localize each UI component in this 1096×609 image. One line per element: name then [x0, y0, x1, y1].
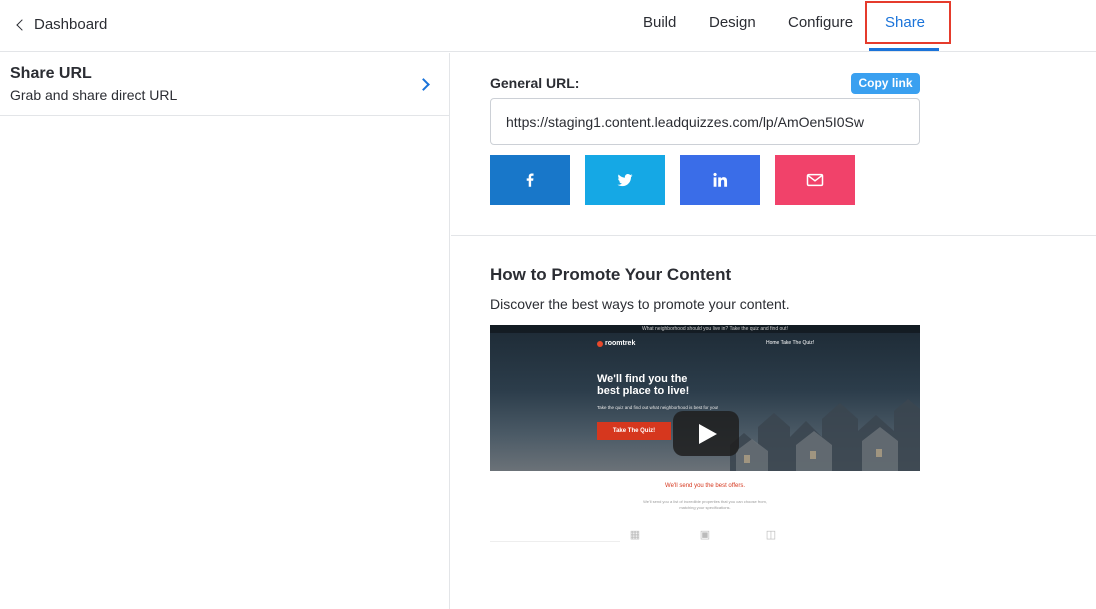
promote-title: How to Promote Your Content	[490, 265, 732, 284]
share-twitter-button[interactable]	[585, 155, 665, 205]
general-url-label: General URL:	[490, 75, 580, 91]
video-offer-subtitle: We'll send you a list of incredible prop…	[490, 499, 920, 511]
video-subline: Take the quiz and find out what neighbor…	[597, 405, 719, 410]
play-icon	[699, 423, 717, 444]
tab-share[interactable]: Share	[885, 14, 925, 31]
sidebar-item-subtitle: Grab and share direct URL	[10, 87, 178, 103]
video-headline-line-1: We'll find you the	[597, 373, 688, 385]
sidebar: Share URL Grab and share direct URL	[0, 53, 450, 609]
back-label: Dashboard	[34, 15, 108, 33]
video-headline-line-2: best place to live!	[597, 385, 690, 397]
chevron-right-icon	[417, 78, 430, 91]
twitter-icon	[617, 174, 633, 187]
back-to-dashboard-link[interactable]: Dashboard	[16, 14, 108, 34]
top-nav: Dashboard Build Design Configure Share	[0, 0, 1096, 52]
chevron-left-icon	[16, 18, 28, 31]
share-email-button[interactable]	[775, 155, 855, 205]
gift-icon: ◫	[765, 529, 777, 541]
share-linkedin-button[interactable]	[680, 155, 760, 205]
tab-design[interactable]: Design	[709, 14, 756, 31]
video-divider-line	[490, 541, 620, 542]
houses-illustration	[730, 399, 920, 471]
building-icon: ▦	[629, 529, 641, 541]
sidebar-item-title: Share URL	[10, 65, 92, 82]
active-tab-indicator	[869, 48, 939, 51]
section-divider	[451, 235, 1096, 236]
video-topbar-text: What neighborhood should you live in? Ta…	[642, 326, 788, 332]
sidebar-item-share-url[interactable]: Share URL Grab and share direct URL	[0, 53, 449, 116]
facebook-icon	[526, 173, 534, 187]
tab-configure[interactable]: Configure	[788, 14, 853, 31]
tab-build[interactable]: Build	[643, 14, 676, 31]
promote-description: Discover the best ways to promote your c…	[490, 296, 790, 312]
general-url-field[interactable]	[490, 98, 920, 145]
video-mini-topbar: What neighborhood should you live in? Ta…	[490, 325, 920, 333]
video-offer-title: We'll send you the best offers.	[665, 483, 745, 489]
video-brand-name: roomtrek	[605, 340, 636, 347]
email-icon	[806, 173, 824, 187]
video-offer-sub-line-2: matching your specifications.	[679, 505, 731, 510]
video-cta-button: Take The Quiz!	[597, 422, 671, 440]
main-panel: General URL: Copy link How to Promote Yo…	[451, 53, 1096, 609]
linkedin-icon	[713, 172, 728, 187]
copy-link-button[interactable]: Copy link	[851, 73, 920, 94]
video-brand-logo: roomtrek	[597, 340, 635, 347]
video-nav-links: Home Take The Quiz!	[766, 340, 815, 346]
promo-video-thumbnail[interactable]: What neighborhood should you live in? Ta…	[490, 325, 920, 547]
video-lower-section: We'll send you the best offers. We'll se…	[490, 471, 920, 547]
brand-dot-icon	[597, 340, 603, 347]
video-headline: We'll find you the best place to live!	[597, 373, 689, 397]
play-button[interactable]	[673, 411, 739, 456]
share-facebook-button[interactable]	[490, 155, 570, 205]
suitcase-icon: ▣	[699, 529, 711, 541]
